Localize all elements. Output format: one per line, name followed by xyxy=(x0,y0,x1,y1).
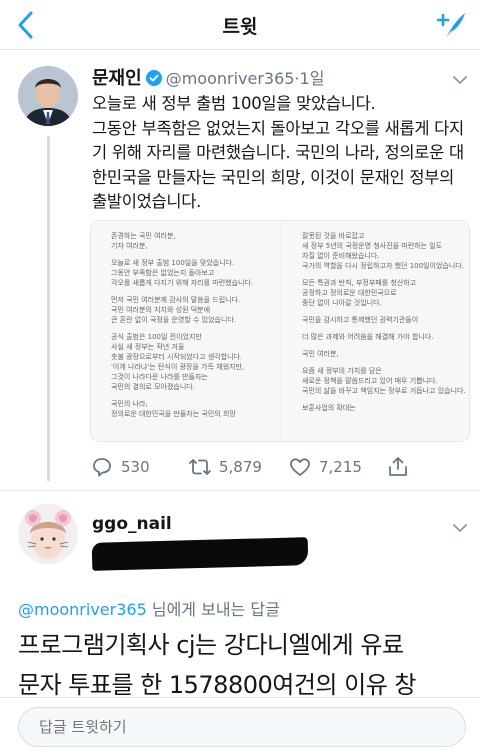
page-title: 트윗 xyxy=(222,16,258,38)
retweet-count: 5,879 xyxy=(219,458,262,476)
reply-tweet-text: 프로그램기획사 cj는 강다니엘에게 유료 문자 투표를 한 1578800여건… xyxy=(18,631,417,699)
image-text-line xyxy=(111,325,279,332)
image-text-line xyxy=(111,392,279,399)
tweet-image[interactable]: 존경하는 국민 여러분, 기자 여러분, 오늘로 새 정부 출범 100일을 맞았습… xyxy=(90,220,470,442)
reply-count: 530 xyxy=(121,458,150,476)
reply-author-avatar[interactable] xyxy=(18,504,78,564)
retweet-icon xyxy=(189,459,211,475)
tweet-actions: 530 5,879 7,215 xyxy=(90,454,470,480)
like-button[interactable]: 7,215 xyxy=(288,454,362,480)
image-page-right: 잘못된 것을 바로잡고새 정부 5년의 국정운영 청사진을 마련하는 일도차질 … xyxy=(282,221,469,441)
tweet-header: 문재인 @moonriver365·1일 xyxy=(92,64,472,90)
tweet-text: 오늘로 새 정부 출범 100일을 맞았습니다. 그동안 부족함은 없었는지 돌… xyxy=(92,94,464,211)
share-icon xyxy=(389,457,407,476)
author-avatar[interactable] xyxy=(18,66,78,126)
verified-badge-icon xyxy=(145,70,162,86)
image-text-line: 오늘로 새 정부 출범 100일을 맞았습니다. xyxy=(111,259,235,267)
image-text-line: 그동안 부족함은 없었는지 돌아보고 xyxy=(111,269,215,277)
image-text-line xyxy=(111,288,279,295)
image-text-line: 각오를 새롭게 다지기 위해 자리를 마련했습니다. xyxy=(111,279,254,287)
compose-tweet-icon[interactable] xyxy=(434,8,468,42)
image-text-line: 공식 출범은 100일 전이었지만 xyxy=(111,333,202,341)
reply-composer-bar xyxy=(0,697,480,753)
image-text-line xyxy=(302,396,469,403)
image-text-line: 더 많은 과제와 어려움을 해결해 가야 합니다. xyxy=(302,333,434,341)
author-handle[interactable]: @moonriver365 xyxy=(166,69,295,88)
image-text-line: 정의로운 대한민국을 만들자는 국민의 희망 xyxy=(111,410,236,418)
reply-button[interactable]: 530 xyxy=(90,454,150,480)
image-text-line: 국민 여러분의 지지와 성원 덕분에 xyxy=(111,306,211,314)
share-button[interactable] xyxy=(386,454,410,480)
image-text-line: 공정하고 정의로운 대한민국으로 xyxy=(302,289,397,297)
image-text-line: 새로운 정책을 말씀드리고 있어 매우 기쁩니다. xyxy=(302,377,438,385)
image-text-line xyxy=(111,251,279,258)
chevron-down-icon[interactable] xyxy=(452,72,468,88)
replying-to-label: @moonriver365 님에게 보내는 답글 xyxy=(18,596,280,620)
redacted-handle xyxy=(91,537,309,571)
reply-chevron-down-icon[interactable] xyxy=(452,520,468,536)
image-text-line: 국민의 나라, xyxy=(111,400,148,408)
image-text-line: 국민의 삶을 바꾸고 책임지는 정부로 거듭나고 있습니다. xyxy=(302,387,466,395)
top-nav-bar: 트윗 xyxy=(0,0,480,50)
image-text-line: 요즘 새 정부의 가치를 담은 xyxy=(302,367,382,375)
image-text-line: 국민을 감시하고 통제했던 권력기관들이 xyxy=(302,316,419,324)
tweet-divider xyxy=(0,490,480,491)
image-text-line: 잘못된 것을 바로잡고 xyxy=(302,232,365,240)
retweet-button[interactable]: 5,879 xyxy=(188,454,262,480)
image-text-line: 그것이 나라다운 나라를 만들자는 xyxy=(111,373,208,381)
image-text-line: 사실 새 정부는 작년 겨울 xyxy=(111,343,185,351)
image-text-line xyxy=(302,325,469,332)
image-text-line: 차질 없이 준비해왔습니다. xyxy=(302,252,380,260)
reply-author-name[interactable]: ggo_nail xyxy=(92,514,172,534)
image-text-line: 기자 여러분, xyxy=(111,242,148,250)
image-text-line: 큰 혼란 없이 국정을 운영할 수 있었습니다. xyxy=(111,316,237,324)
image-text-line: 새 정부 5년의 국정운영 청사진을 마련하는 일도 xyxy=(302,242,443,250)
image-page-left: 존경하는 국민 여러분, 기자 여러분, 오늘로 새 정부 출범 100일을 맞았습… xyxy=(91,221,279,441)
reply-mention-link[interactable]: @moonriver365 xyxy=(18,600,147,619)
image-text-line: 모든 특권과 반칙, 부정부패를 청산하고 xyxy=(302,279,417,287)
author-name[interactable]: 문재인 xyxy=(92,68,142,89)
reply-input[interactable] xyxy=(18,707,466,747)
image-text-line xyxy=(302,359,469,366)
image-text-line: 국민 여러분, xyxy=(302,350,339,358)
image-text-line: '이게 나라냐'는 탄식이 광장을 가득 채웠지만, xyxy=(111,363,245,371)
image-text-line: 보훈사업의 확대는 xyxy=(302,404,356,412)
image-text-line: 존경하는 국민 여러분, xyxy=(111,232,176,240)
reply-to-suffix: 님에게 보내는 답글 xyxy=(146,600,280,619)
image-text-line xyxy=(302,342,469,349)
image-text-line: 먼저 국민 여러분께 감사의 말씀을 드립니다. xyxy=(111,296,241,304)
tweet-timestamp[interactable]: 1일 xyxy=(300,69,325,88)
reply-icon xyxy=(93,458,111,477)
image-text-line: 국민의 결의로 모아졌습니다. xyxy=(111,383,195,391)
heart-icon xyxy=(290,458,310,476)
image-text-line: 촛불 광장으로부터 시작되었다고 생각합니다. xyxy=(111,353,243,361)
image-text-line xyxy=(302,271,469,278)
image-text-line: 중단 없이 나아갈 것입니다. xyxy=(302,299,382,307)
image-text-line: 국가의 역할을 다시 정립하고자 했던 100일이었습니다. xyxy=(302,262,464,270)
image-text-line xyxy=(302,308,469,315)
thread-connector-line xyxy=(47,136,50,481)
like-count: 7,215 xyxy=(319,458,362,476)
